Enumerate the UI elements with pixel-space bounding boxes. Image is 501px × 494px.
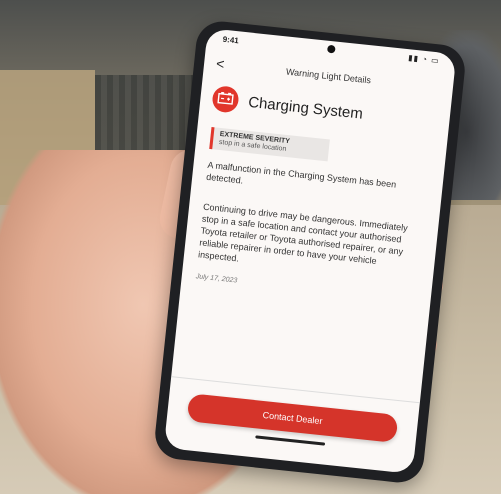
phone-screen: 9:41 ▮▮ ◔ ▭ < Warning Light Details Char… <box>163 28 457 474</box>
contact-dealer-button[interactable]: Contact Dealer <box>186 393 399 443</box>
status-time: 9:41 <box>222 34 240 46</box>
home-indicator[interactable] <box>255 435 326 446</box>
description-paragraph-1: A malfunction in the Charging System has… <box>205 159 397 190</box>
description-paragraph-2: Continuing to drive may be dangerous. Im… <box>197 201 409 266</box>
date-label: July 17, 2023 <box>195 273 238 285</box>
status-icons: ▮▮ ◔ ▭ <box>407 53 441 66</box>
battery-warning-icon <box>211 85 240 114</box>
camera-notch <box>326 44 336 54</box>
phone: 9:41 ▮▮ ◔ ▭ < Warning Light Details Char… <box>152 19 468 485</box>
severity-badge: EXTREME SEVERITY stop in a safe location <box>209 127 330 162</box>
page-title: Charging System <box>247 93 364 123</box>
